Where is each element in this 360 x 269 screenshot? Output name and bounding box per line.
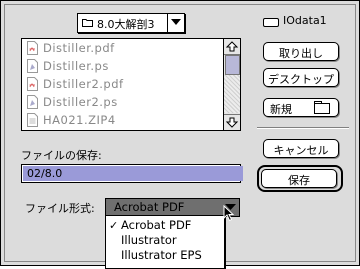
separator bbox=[257, 127, 349, 129]
eject-button[interactable]: 取り出し bbox=[263, 42, 339, 61]
document-icon bbox=[27, 113, 38, 127]
save-button-label: 保存 bbox=[288, 174, 310, 187]
menu-item-acrobat-pdf[interactable]: ✓ Acrobat PDF bbox=[106, 218, 224, 233]
chevron-down-icon bbox=[171, 19, 181, 25]
desktop-button[interactable]: デスクトップ bbox=[263, 68, 339, 87]
menu-item-illustrator[interactable]: Illustrator bbox=[106, 233, 224, 248]
file-name: HA021.ZIP4 bbox=[43, 113, 116, 127]
cancel-button[interactable]: キャンセル bbox=[263, 139, 339, 158]
scroll-track[interactable] bbox=[224, 75, 240, 113]
postscript-document-icon bbox=[27, 59, 38, 73]
menu-item-label: Acrobat PDF bbox=[121, 218, 192, 232]
file-list-scrollbar[interactable] bbox=[223, 39, 240, 130]
list-item[interactable]: Distiller.ps bbox=[22, 57, 224, 75]
checkmark-icon: ✓ bbox=[109, 219, 119, 232]
mouse-pointer-icon bbox=[223, 205, 235, 222]
cancel-button-label: キャンセル bbox=[273, 144, 329, 157]
folder-popup-arrow[interactable] bbox=[167, 14, 184, 32]
folder-icon bbox=[314, 101, 330, 114]
list-item[interactable]: HA021.ZIP4 bbox=[22, 111, 224, 129]
scroll-up-button[interactable] bbox=[224, 39, 240, 55]
pdf-document-icon bbox=[27, 41, 38, 55]
menu-item-label: Illustrator EPS bbox=[121, 248, 202, 262]
file-name: Distiller2.ps bbox=[43, 95, 118, 109]
list-item[interactable]: Distiller2.ps bbox=[22, 93, 224, 111]
format-label: ファイル形式: bbox=[25, 202, 95, 215]
save-dialog: 8.0大解剖3 Distiller.pdf Distiller.ps Disti… bbox=[0, 0, 360, 269]
save-as-value: 02/8.0 bbox=[23, 166, 243, 181]
scroll-down-button[interactable] bbox=[224, 114, 240, 130]
new-folder-button-label: 新規 bbox=[270, 103, 292, 116]
scroll-thumb[interactable] bbox=[225, 55, 240, 75]
file-name: Distiller.pdf bbox=[43, 41, 115, 55]
menu-item-illustrator-eps[interactable]: Illustrator EPS bbox=[106, 248, 224, 263]
arrow-up-icon bbox=[225, 41, 239, 52]
format-selected: Acrobat PDF bbox=[114, 200, 185, 214]
file-list-rows: Distiller.pdf Distiller.ps Distiller2.pd… bbox=[22, 39, 224, 130]
disk-icon bbox=[263, 18, 279, 27]
save-button[interactable]: 保存 bbox=[261, 169, 337, 188]
list-item[interactable]: Distiller.pdf bbox=[22, 39, 224, 57]
pdf-document-icon bbox=[27, 77, 38, 91]
desktop-button-label: デスクトップ bbox=[268, 73, 334, 86]
format-menu: ✓ Acrobat PDF Illustrator Illustrator EP… bbox=[105, 215, 225, 269]
file-name: Distiller.ps bbox=[43, 59, 109, 73]
list-item[interactable]: Distiller2.pdf bbox=[22, 75, 224, 93]
save-as-label: ファイルの保存: bbox=[21, 149, 102, 162]
arrow-down-icon bbox=[225, 117, 239, 128]
postscript-document-icon bbox=[27, 95, 38, 109]
file-name: Distiller2.pdf bbox=[43, 77, 124, 91]
menu-item-label: Illustrator bbox=[121, 233, 177, 247]
disk-name: IOdata1 bbox=[283, 14, 327, 27]
new-folder-button[interactable]: 新規 bbox=[263, 98, 339, 117]
folder-icon bbox=[82, 19, 93, 27]
folder-popup[interactable]: 8.0大解剖3 bbox=[77, 13, 185, 33]
file-list[interactable]: Distiller.pdf Distiller.ps Distiller2.pd… bbox=[21, 38, 241, 131]
folder-popup-label: 8.0大解剖3 bbox=[97, 18, 155, 31]
eject-button-label: 取り出し bbox=[279, 47, 323, 60]
save-as-input[interactable]: 02/8.0 bbox=[21, 164, 243, 183]
